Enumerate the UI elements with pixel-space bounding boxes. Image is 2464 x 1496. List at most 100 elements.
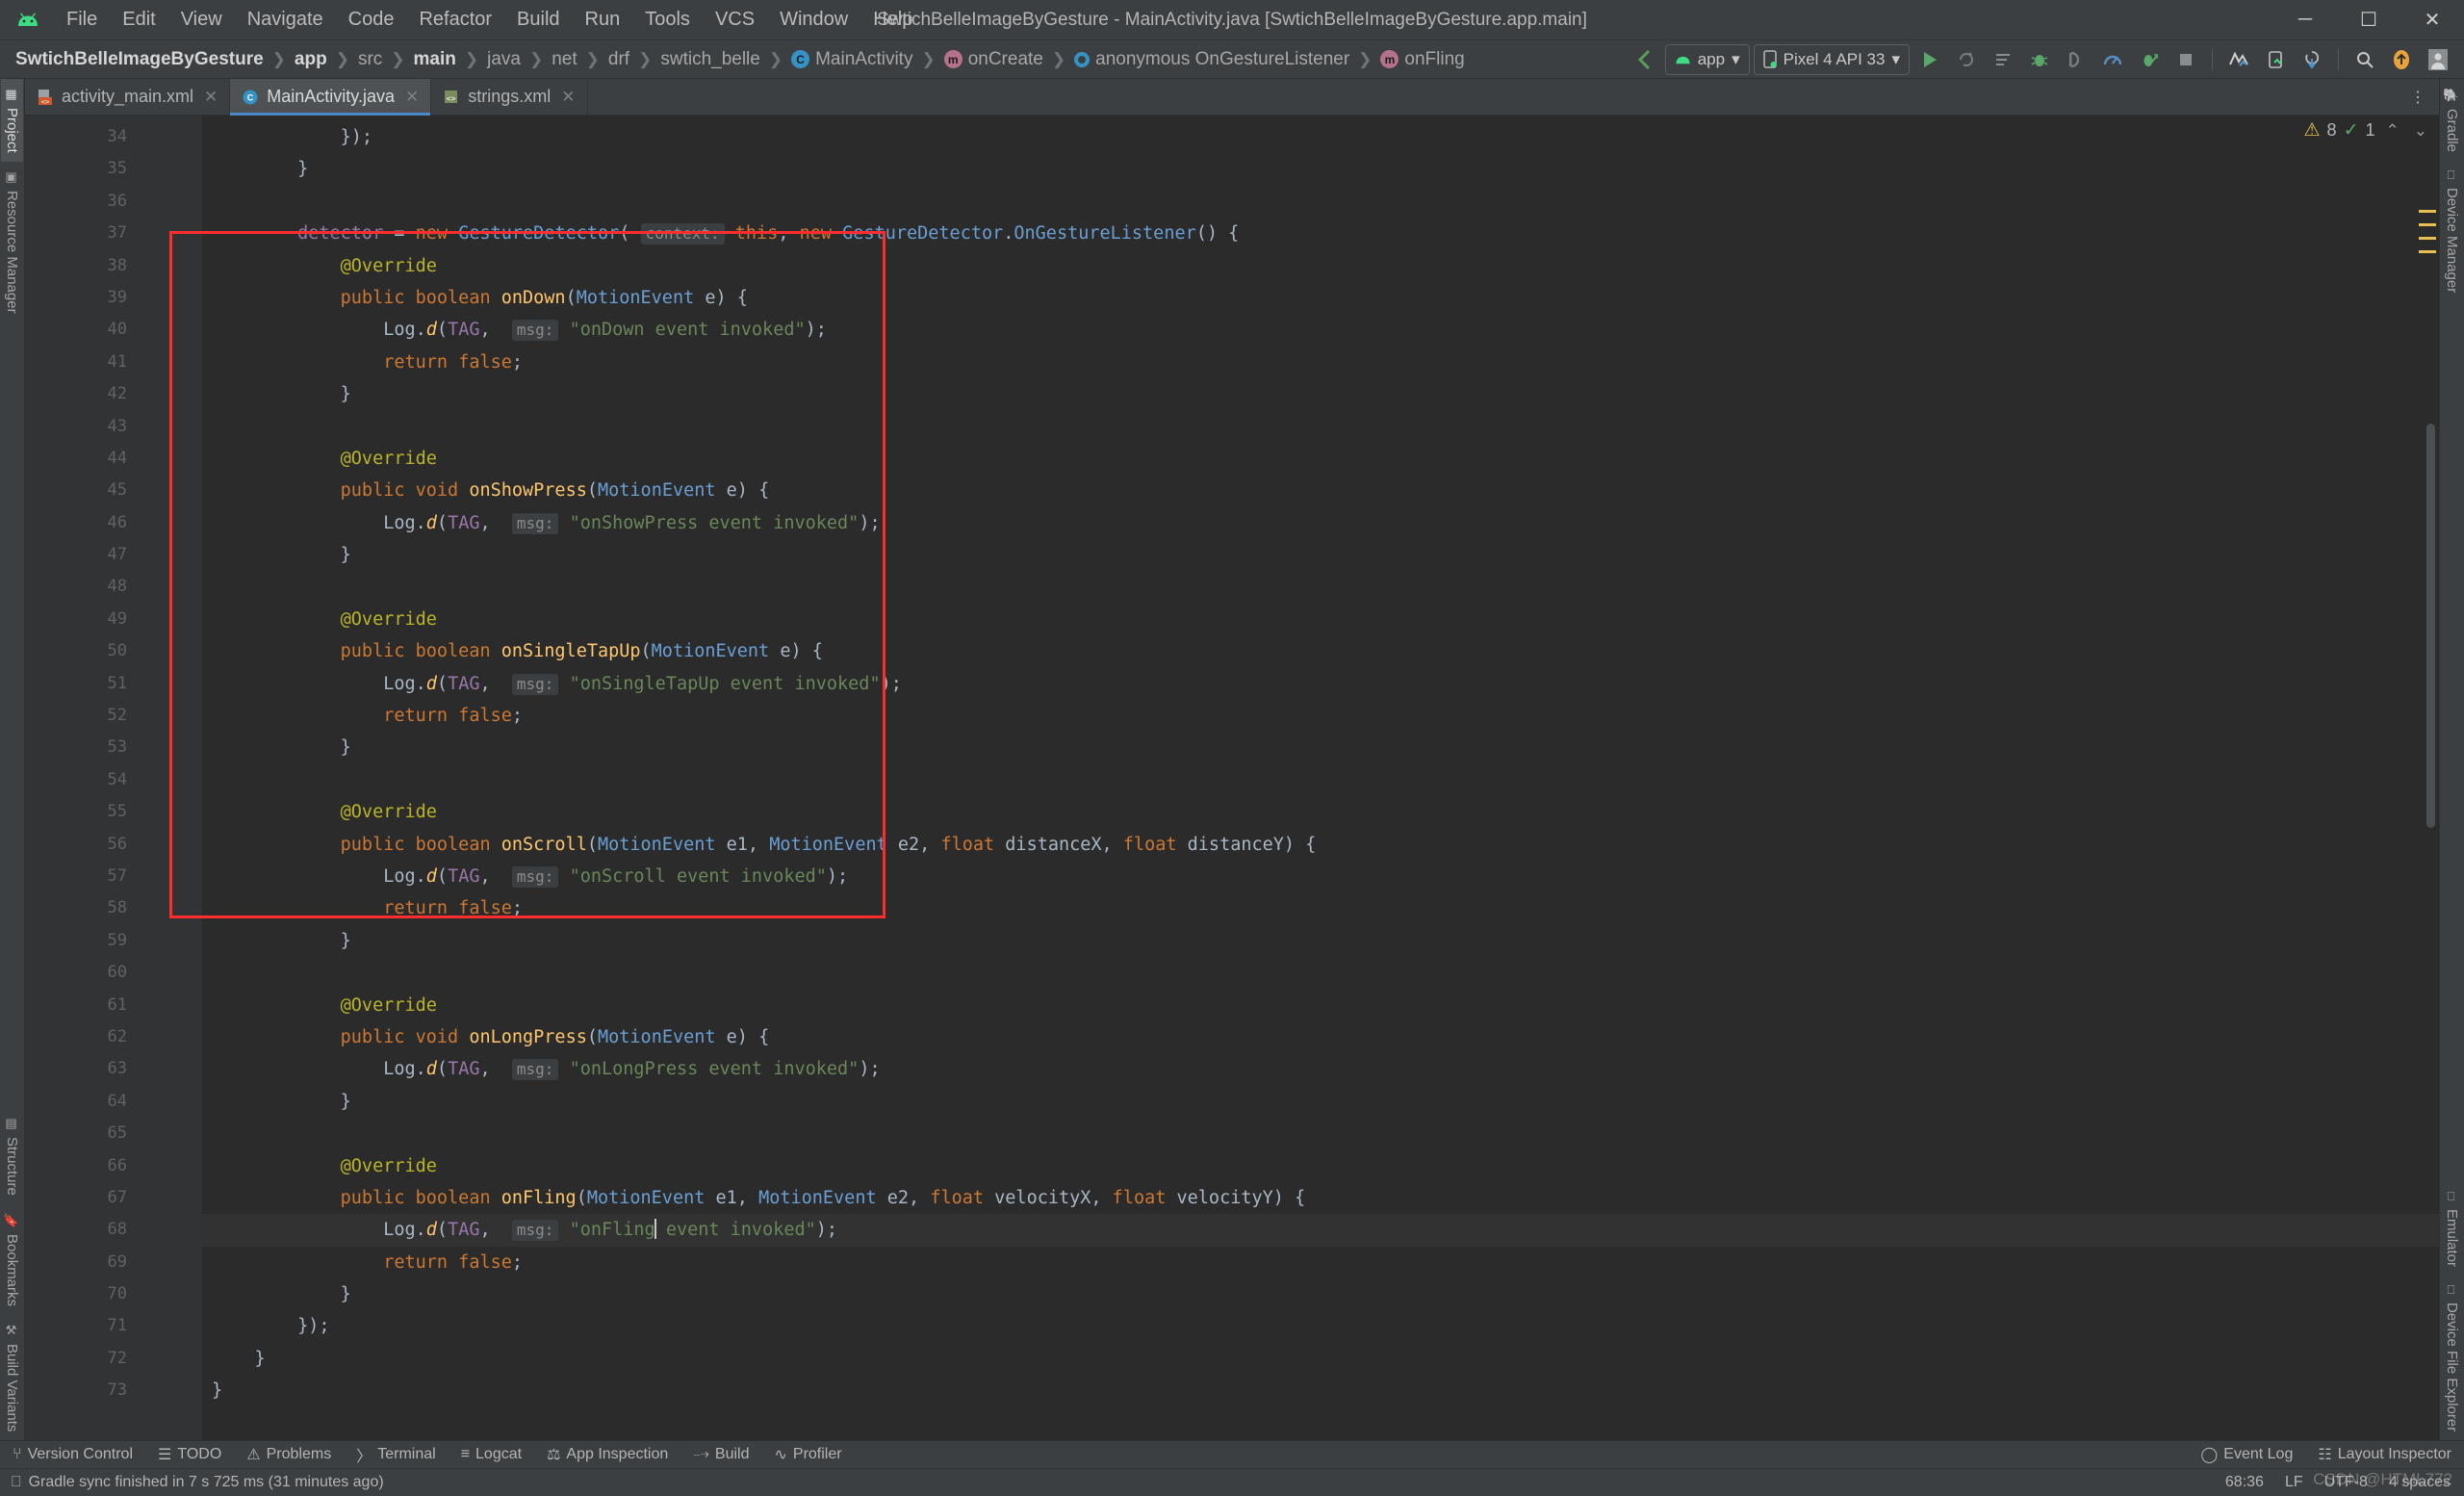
tool-logcat[interactable]: ≡ Logcat bbox=[449, 1441, 534, 1468]
left-tool-stripe-bottom[interactable]: ▤ Structure 🔖 Bookmarks ⚒ Build Variants bbox=[1, 1108, 23, 1440]
status-message-area[interactable]: ⎕ Gradle sync finished in 7 s 725 ms (31… bbox=[0, 1474, 384, 1491]
tool-version-control[interactable]: ⑂ Version Control bbox=[0, 1441, 145, 1468]
back-arrow-icon[interactable] bbox=[1629, 44, 1661, 75]
search-icon[interactable] bbox=[2348, 44, 2381, 75]
sidebar-item-gradle[interactable]: 🐘 Gradle bbox=[2441, 79, 2463, 161]
line-number[interactable]: 56 bbox=[40, 829, 209, 861]
apply-changes-icon[interactable] bbox=[1950, 44, 1983, 75]
line-number[interactable]: 69 bbox=[40, 1247, 137, 1278]
code-line[interactable]: @Override bbox=[202, 604, 2439, 635]
code-line[interactable]: } bbox=[202, 925, 2439, 957]
code-line[interactable]: } bbox=[202, 539, 2439, 571]
breadcrumb-app[interactable]: app bbox=[293, 47, 329, 72]
line-number[interactable]: 38 bbox=[40, 250, 137, 282]
line-number-gutter[interactable]: 34 35 36 37 38 39 40 41 42 43 44 45 46 47 48 49 50 51 52 53… bbox=[40, 116, 209, 1440]
code-line[interactable]: } bbox=[202, 1278, 2439, 1310]
code-editor-content[interactable]: }); } detector = new GestureDetector( co… bbox=[202, 116, 2439, 1440]
breadcrumb-src[interactable]: src bbox=[356, 47, 384, 72]
line-number[interactable]: 57 bbox=[40, 861, 137, 892]
code-line[interactable]: } bbox=[202, 1343, 2439, 1375]
close-icon[interactable]: ✕ bbox=[204, 88, 218, 107]
sidebar-item-structure[interactable]: ▤ Structure bbox=[1, 1108, 23, 1204]
code-line[interactable]: public void onLongPress(MotionEvent e) { bbox=[202, 1021, 2439, 1053]
code-line[interactable]: } bbox=[202, 378, 2439, 410]
file-encoding[interactable]: UTF-8 bbox=[2324, 1474, 2368, 1491]
warning-mark[interactable] bbox=[2419, 223, 2436, 226]
code-line[interactable]: public boolean onFling(MotionEvent e1, M… bbox=[202, 1182, 2439, 1214]
line-number[interactable]: 62 bbox=[40, 1021, 209, 1053]
menu-navigate[interactable]: Navigate bbox=[235, 5, 336, 35]
close-icon[interactable]: ✕ bbox=[405, 88, 419, 107]
line-number[interactable]: 60 bbox=[40, 957, 137, 989]
line-number[interactable]: 52 bbox=[40, 700, 137, 732]
line-number[interactable]: 53 bbox=[40, 732, 209, 763]
minimize-button[interactable]: ─ bbox=[2273, 0, 2337, 40]
left-tool-stripe[interactable]: ▦ Project ▣ Resource Manager ▤ Structure… bbox=[0, 79, 25, 1440]
breadcrumb-project[interactable]: SwtichBelleImageByGesture bbox=[13, 47, 266, 72]
tool-terminal[interactable]: 〉 Terminal bbox=[344, 1441, 448, 1468]
line-number[interactable]: 65 bbox=[40, 1118, 137, 1149]
code-line[interactable]: } bbox=[202, 1086, 2439, 1118]
code-line[interactable]: public boolean onDown(MotionEvent e) { bbox=[202, 282, 2439, 314]
module-selector-dropdown[interactable]: app ▾ bbox=[1664, 43, 1750, 75]
sidebar-item-build-variants[interactable]: ⚒ Build Variants bbox=[1, 1315, 23, 1440]
code-line[interactable]: public void onShowPress(MotionEvent e) { bbox=[202, 475, 2439, 506]
breadcrumb-net[interactable]: net bbox=[550, 47, 578, 72]
apply-code-changes-icon[interactable] bbox=[1987, 44, 2019, 75]
line-number[interactable]: 66 bbox=[40, 1150, 137, 1182]
code-line[interactable]: Log.d(TAG, msg: "onShowPress event invok… bbox=[202, 507, 2439, 539]
line-number[interactable]: 42 bbox=[40, 378, 209, 410]
right-tool-stripe[interactable]: 🐘 Gradle ⎕ Device Manager ⎕ Emulator ⎕ D… bbox=[2439, 79, 2464, 1440]
menu-edit[interactable]: Edit bbox=[110, 5, 167, 35]
code-line[interactable]: Log.d(TAG, msg: "onSingleTapUp event inv… bbox=[202, 668, 2439, 700]
code-line[interactable] bbox=[202, 1118, 2439, 1149]
main-menu-bar[interactable]: File Edit View Navigate Code Refactor Bu… bbox=[54, 5, 925, 35]
code-line[interactable] bbox=[202, 186, 2439, 218]
breadcrumb-onfling[interactable]: m onFling bbox=[1378, 47, 1466, 72]
close-icon[interactable]: ✕ bbox=[561, 88, 575, 107]
code-line[interactable]: public boolean onSingleTapUp(MotionEvent… bbox=[202, 635, 2439, 667]
line-number[interactable]: 68 bbox=[40, 1214, 137, 1246]
line-separator[interactable]: LF bbox=[2285, 1474, 2303, 1491]
tool-todo[interactable]: ☰ TODO bbox=[145, 1441, 234, 1468]
breadcrumb-anonymous-listener[interactable]: anonymous OnGestureListener bbox=[1072, 47, 1351, 72]
line-number[interactable]: 50 bbox=[40, 635, 209, 667]
breadcrumb-package[interactable]: swtich_belle bbox=[658, 47, 762, 72]
error-stripe[interactable] bbox=[2416, 116, 2439, 1440]
sync-gradle-icon[interactable] bbox=[2296, 44, 2328, 75]
code-line[interactable]: }); bbox=[202, 121, 2439, 153]
indent-setting[interactable]: 4 spaces bbox=[2389, 1474, 2451, 1491]
run-icon[interactable] bbox=[1913, 44, 1946, 75]
line-number[interactable]: 51 bbox=[40, 668, 137, 700]
code-line[interactable]: } bbox=[202, 1375, 2439, 1406]
line-number[interactable]: 47 bbox=[40, 539, 209, 571]
status-bar-right[interactable]: 68:36 LF UTF-8 4 spaces CSDN @HTML772 bbox=[2225, 1470, 2464, 1491]
gutter-fold-column[interactable] bbox=[137, 116, 202, 1440]
tool-layout-inspector[interactable]: ☷ Layout Inspector bbox=[2305, 1445, 2464, 1464]
code-line[interactable]: @Override bbox=[202, 443, 2439, 475]
code-line[interactable] bbox=[202, 764, 2439, 796]
window-controls[interactable]: ─ ☐ ✕ bbox=[2273, 0, 2464, 40]
menu-tools[interactable]: Tools bbox=[632, 5, 703, 35]
caret-position[interactable]: 68:36 bbox=[2225, 1474, 2264, 1491]
line-number[interactable]: 45 bbox=[40, 475, 209, 506]
code-line[interactable]: Log.d(TAG, msg: "onLongPress event invok… bbox=[202, 1053, 2439, 1085]
device-selector-dropdown[interactable]: Pixel 4 API 33 ▾ bbox=[1753, 43, 1910, 75]
sdk-manager-icon[interactable] bbox=[2222, 44, 2255, 75]
menu-refactor[interactable]: Refactor bbox=[406, 5, 504, 35]
menu-build[interactable]: Build bbox=[504, 5, 572, 35]
line-number[interactable]: 44 bbox=[40, 443, 137, 475]
tool-problems[interactable]: ⚠ Problems bbox=[234, 1441, 344, 1468]
tool-build[interactable]: ⤍ Build bbox=[680, 1441, 761, 1468]
code-line[interactable] bbox=[202, 957, 2439, 989]
line-number[interactable]: 39 bbox=[40, 282, 175, 314]
line-number[interactable]: 40 bbox=[40, 314, 137, 346]
code-line[interactable] bbox=[202, 571, 2439, 603]
menu-file[interactable]: File bbox=[54, 5, 110, 35]
code-line[interactable]: } bbox=[202, 153, 2439, 185]
maximize-button[interactable]: ☐ bbox=[2337, 0, 2400, 40]
line-number[interactable]: 73 bbox=[40, 1375, 137, 1406]
menu-help[interactable]: Help bbox=[860, 5, 925, 35]
line-number[interactable]: 35 bbox=[40, 153, 209, 185]
menu-code[interactable]: Code bbox=[336, 5, 407, 35]
